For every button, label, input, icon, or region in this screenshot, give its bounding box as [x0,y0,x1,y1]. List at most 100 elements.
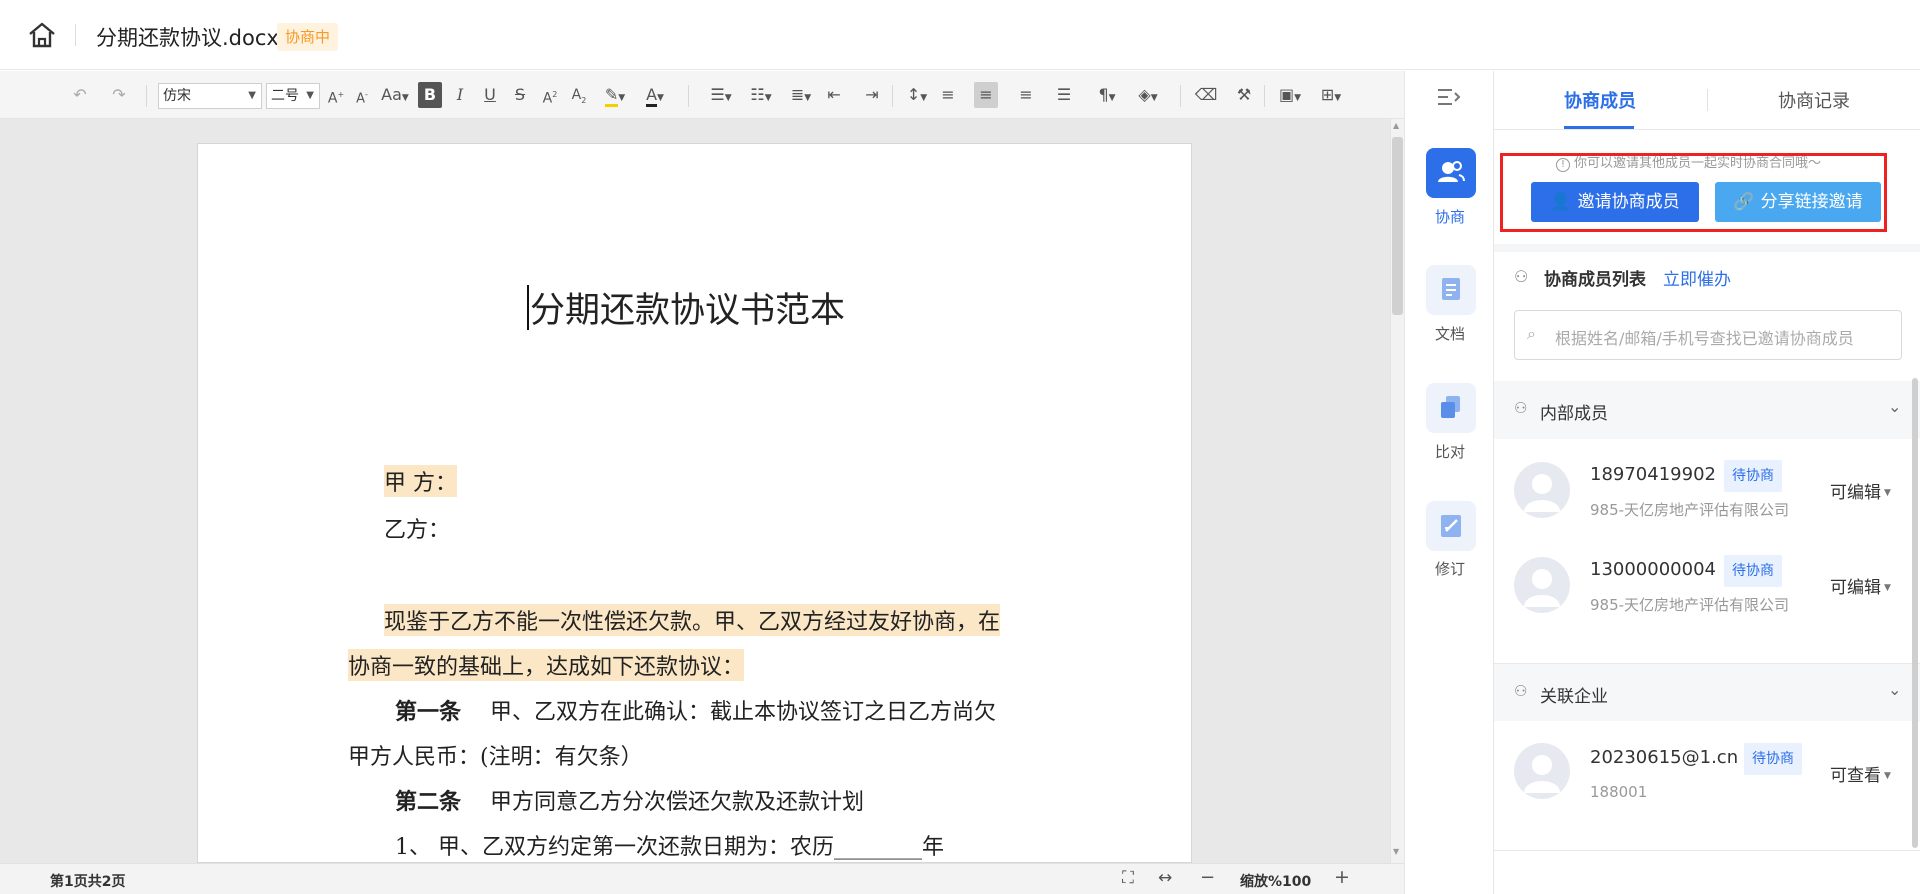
collapse-panel-icon[interactable] [1436,86,1462,112]
align-left-icon[interactable]: ≡ [936,82,960,108]
rail-document-label: 文档 [1434,325,1465,343]
align-right-icon[interactable]: ≡ [1014,82,1038,108]
article-2-text[interactable]: 甲方同意乙方分次偿还欠款及还款计划 [490,784,864,816]
item-1-line[interactable]: 1、 甲、乙双方约定第一次还款日期为：农历________年 [395,829,944,861]
align-center-icon[interactable]: ≡ [974,82,998,108]
rail-negotiate-button[interactable] [1426,148,1476,198]
side-rail: 协商 文档 比对 修订 [1404,71,1494,894]
rail-revise-button[interactable] [1426,501,1476,551]
rail-document-button[interactable] [1426,265,1476,315]
party-a-line[interactable]: 甲 方： [384,465,457,497]
member-permission-value: 可编辑 [1830,483,1881,503]
document-page[interactable] [197,143,1192,863]
rail-compare-label: 比对 [1434,443,1465,461]
avatar [1514,557,1570,613]
underline-icon[interactable]: U [479,82,501,108]
group-icon: ⚇ [1514,267,1529,286]
article-1-line-2[interactable]: 甲方人民币：(注明：有欠条） [348,739,643,771]
divider [1494,850,1920,851]
insert-image-icon[interactable]: ▣▼ [1272,82,1308,108]
font-family-select[interactable]: 仿宋 ▼ [158,83,262,109]
related-enterprises-title: 关联企业 [1540,687,1608,707]
rail-compare-button[interactable] [1426,383,1476,433]
chevron-down-icon[interactable]: ⌄ [1888,397,1901,416]
font-family-value: 仿宋 [163,88,191,104]
member-status-badge: 待协商 [1724,460,1782,492]
scroll-up-icon[interactable]: ▲ [1393,121,1399,130]
fit-page-icon[interactable]: ⛶ [1122,868,1134,888]
divider [1494,129,1920,130]
multilevel-list-icon[interactable]: ≣▼ [784,82,818,108]
paragraph-marks-icon[interactable]: ¶▼ [1090,82,1124,108]
article-2-title[interactable]: 第二条 [395,784,461,816]
member-permission-value: 可编辑 [1830,578,1881,598]
highlight-color-icon[interactable]: ✎▼ [598,82,632,108]
change-case-icon[interactable]: Aa▼ [378,82,412,108]
member-name: 18970419902 [1590,464,1716,485]
chevron-down-icon[interactable]: ⌄ [1888,680,1901,699]
bold-icon[interactable]: B [418,82,442,108]
decrease-indent-icon[interactable]: ⇤ [822,82,846,108]
italic-icon[interactable]: I [449,82,471,108]
justify-icon[interactable]: ☰ [1052,82,1076,108]
member-list-title: 协商成员列表 [1544,270,1646,290]
tab-records[interactable]: 协商记录 [1778,87,1850,113]
strikethrough-icon[interactable]: S [509,82,531,108]
divider [1264,85,1265,107]
increase-indent-icon[interactable]: ⇥ [860,82,884,108]
editor-scroll-thumb[interactable] [1392,137,1403,315]
invite-actions-highlight [1500,153,1887,232]
scroll-down-icon[interactable]: ▼ [1393,847,1399,856]
status-bar: 第1页共2页 ⛶ ↔ − 缩放%100 + [0,863,1404,894]
article-1-line-1[interactable]: 甲、乙双方在此确认：截止本协议签订之日乙方尚欠 [490,694,996,726]
numbered-list-icon[interactable]: ☷▼ [744,82,778,108]
divider [1707,89,1708,111]
rail-negotiate-label: 协商 [1434,208,1465,226]
insert-table-icon[interactable]: ⊞▼ [1312,82,1350,108]
bullet-list-icon[interactable]: ☰▼ [704,82,738,108]
avatar [1514,743,1570,799]
increase-font-icon[interactable]: A+ [326,82,346,108]
undo-icon[interactable]: ↶ [68,82,92,108]
member-search-input[interactable]: ⌕ 根据姓名/邮箱/手机号查找已邀请协商成员 [1514,310,1902,360]
subscript-icon[interactable]: A2 [568,82,590,108]
chevron-down-icon: ▼ [1884,583,1891,593]
member-permission-select[interactable]: 可编辑 ▼ [1830,573,1891,598]
home-icon[interactable] [26,20,58,50]
member-status-badge: 待协商 [1744,743,1802,775]
article-1-title[interactable]: 第一条 [395,694,461,726]
tab-members[interactable]: 协商成员 [1564,87,1636,113]
member-permission-select[interactable]: 可编辑 ▼ [1830,478,1891,503]
line-spacing-icon[interactable]: ↕▼ [900,82,934,108]
panel-scrollbar[interactable] [1912,378,1918,848]
member-name: 20230615@1.cn [1590,747,1739,768]
urge-link[interactable]: 立即催办 [1663,265,1731,290]
fill-color-icon[interactable]: ◈▼ [1130,82,1166,108]
intro-line-2[interactable]: 协商一致的基础上，达成如下还款协议： [348,649,745,681]
zoom-out-icon[interactable]: − [1200,867,1215,888]
editor-toolbar: ↶ ↷ 仿宋 ▼ 二号 ▼ A+ A- Aa▼ B I U S A2 A2 ✎▼ A… [0,71,1404,119]
eraser-icon[interactable]: ⌫ [1194,82,1218,108]
font-color-icon[interactable]: A▼ [638,82,672,108]
zoom-in-icon[interactable]: + [1334,866,1350,888]
redo-icon[interactable]: ↷ [107,82,131,108]
font-size-value: 二号 [271,88,299,104]
party-b-line[interactable]: 乙方： [384,512,450,544]
document-heading[interactable]: 分期还款协议书范本 [530,282,845,333]
divider [146,85,147,107]
member-org: 985-天亿房地产评估有限公司 [1590,596,1790,614]
decrease-font-icon[interactable]: A- [352,82,372,108]
text-cursor [527,285,529,330]
superscript-icon[interactable]: A2 [539,82,561,108]
member-org: 188001 [1590,783,1648,801]
search-icon: ⌕ [1527,324,1536,343]
intro-line-1[interactable]: 现鉴于乙方不能一次性偿还欠款。甲、乙双方经过友好协商，在 [384,604,1001,636]
format-painter-icon[interactable]: ⚒ [1232,82,1256,108]
member-permission-select[interactable]: 可查看 ▼ [1830,761,1891,786]
internal-members-header[interactable]: ⚇ 内部成员 ⌄ [1494,381,1920,439]
related-enterprises-header[interactable]: ⚇ 关联企业 ⌄ [1494,663,1920,721]
fit-width-icon[interactable]: ↔ [1158,868,1172,888]
member-name: 13000000004 [1590,559,1716,580]
font-size-select[interactable]: 二号 ▼ [266,83,320,109]
members-icon: ⚇ [1514,682,1528,700]
